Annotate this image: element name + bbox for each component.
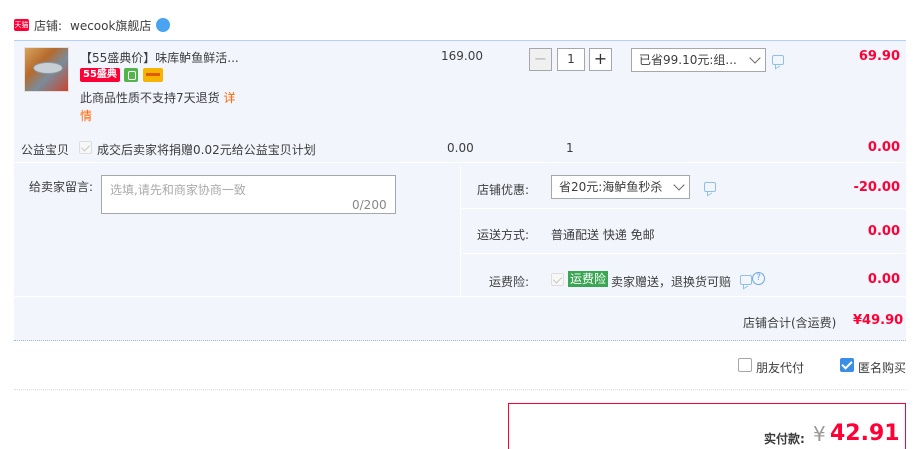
unit-price: 169.00 — [441, 49, 483, 63]
item-total-price: 69.90 — [858, 49, 900, 64]
return-policy-text: 此商品性质不支持7天退货 — [80, 91, 220, 105]
card-badge-icon — [143, 68, 163, 82]
item-promo-value: 已省99.10元:组... — [639, 53, 737, 67]
shop-name-link[interactable]: wecook旗舰店 — [70, 17, 151, 34]
fish-image — [33, 62, 63, 74]
quantity-input[interactable]: 1 — [557, 48, 585, 71]
shipping-label: 运送方式: — [477, 228, 530, 242]
shop-discount-label: 店铺优惠: — [477, 183, 530, 197]
message-char-count: 0/200 — [352, 198, 387, 212]
shop-discount-amount: -20.00 — [853, 180, 900, 195]
help-icon[interactable]: ? — [752, 272, 765, 285]
divider — [14, 389, 906, 390]
promo-55-badge: 55盛典 — [80, 68, 120, 82]
charity-checkbox — [79, 141, 92, 154]
store-total-value: ¥49.90 — [853, 313, 904, 328]
detail-link-continued[interactable]: 情 — [80, 107, 92, 124]
wangwang-chat-icon[interactable] — [156, 18, 170, 32]
charity-price: 0.00 — [447, 141, 474, 155]
shipping-insurance-text: 卖家赠送，退换货可赔 — [611, 275, 732, 289]
quantity-increase-button[interactable]: + — [589, 48, 612, 71]
shipping-amount: 0.00 — [867, 224, 900, 239]
charity-total: 0.00 — [867, 140, 900, 155]
item-promo-select[interactable]: 已省99.10元:组... — [631, 48, 766, 72]
shop-discount-select[interactable]: 省20元:海鲈鱼秒杀 — [551, 175, 690, 199]
seller-message-label: 给卖家留言: — [29, 180, 94, 194]
store-total-label: 店铺合计(含运费) — [743, 316, 837, 330]
chevron-down-icon — [749, 52, 761, 64]
friend-pay-checkbox[interactable] — [738, 358, 752, 372]
currency-symbol: ¥ — [813, 422, 826, 446]
comment-icon[interactable] — [740, 275, 752, 285]
comment-icon[interactable] — [772, 55, 784, 65]
divider — [460, 165, 461, 296]
shipping-insurance-tag: 运费险 — [568, 271, 609, 287]
product-thumbnail[interactable] — [24, 47, 69, 92]
charity-description: 成交后卖家将捐赠0.02元给公益宝贝计划 — [97, 143, 316, 157]
divider — [14, 296, 906, 297]
charity-quantity: 1 — [566, 141, 574, 155]
shop-label: 店铺: — [34, 19, 63, 33]
divider — [461, 208, 906, 209]
seller-message-placeholder: 选填,请先和商家协商一致 — [110, 183, 246, 197]
actual-payment-amount: 42.91 — [830, 421, 900, 446]
product-title-link[interactable]: 【55盛典价】味库鲈鱼鲜活... — [80, 49, 239, 66]
charity-label: 公益宝贝 — [21, 143, 70, 157]
shipping-insurance-amount: 0.00 — [867, 272, 900, 287]
shipping-method: 普通配送 快递 免邮 — [551, 228, 655, 242]
shipping-insurance-label: 运费险: — [489, 275, 530, 289]
anonymous-purchase-checkbox[interactable] — [840, 358, 854, 372]
friend-pay-label[interactable]: 朋友代付 — [756, 359, 804, 376]
tmall-badge: 天猫 — [14, 19, 29, 31]
shop-discount-value: 省20元:海鲈鱼秒杀 — [559, 180, 663, 194]
quantity-decrease-button[interactable]: − — [529, 48, 552, 71]
detail-link[interactable]: 详 — [223, 91, 235, 105]
divider — [461, 253, 906, 254]
anonymous-purchase-label[interactable]: 匿名购买 — [858, 359, 906, 376]
chevron-down-icon — [673, 179, 685, 191]
service-badge-icon — [124, 68, 138, 82]
shipping-insurance-checkbox — [551, 273, 564, 286]
actual-payment-label: 实付款: — [764, 432, 805, 446]
comment-icon[interactable] — [704, 182, 716, 192]
return-policy-note: 此商品性质不支持7天退货 详 — [80, 89, 235, 106]
